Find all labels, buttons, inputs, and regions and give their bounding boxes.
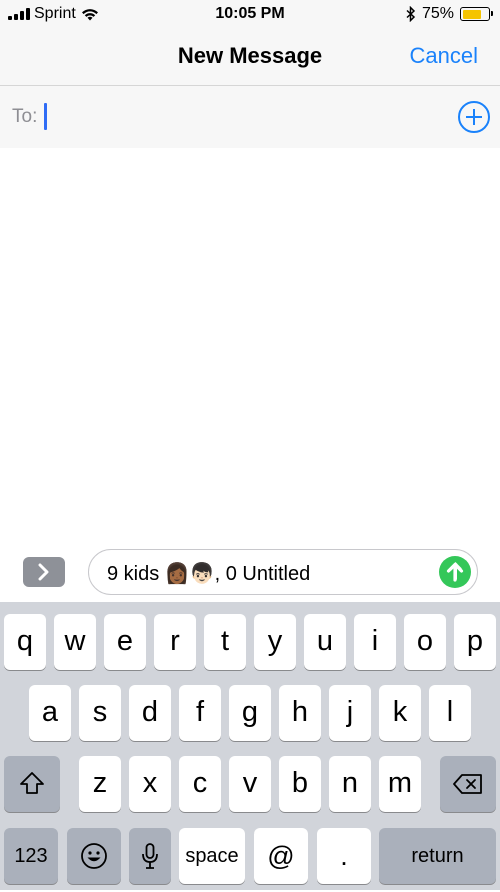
chevron-right-icon xyxy=(38,563,49,581)
text-cursor xyxy=(44,103,47,130)
battery-percent: 75% xyxy=(421,5,454,22)
expand-apps-button[interactable] xyxy=(23,557,65,587)
key-v[interactable]: v xyxy=(229,756,271,812)
status-right: 75% xyxy=(406,5,493,23)
key-b[interactable]: b xyxy=(279,756,321,812)
status-bar: Sprint 10:05 PM 75% xyxy=(0,0,500,30)
recipients-row[interactable]: To: xyxy=(0,86,500,148)
add-contact-button[interactable] xyxy=(458,101,490,133)
key-x[interactable]: x xyxy=(129,756,171,812)
at-key[interactable]: @ xyxy=(254,828,308,884)
dictation-key[interactable] xyxy=(129,828,171,884)
key-t[interactable]: t xyxy=(204,614,246,670)
arrow-up-icon xyxy=(446,562,464,582)
battery-icon xyxy=(460,7,493,21)
to-label: To: xyxy=(12,106,38,127)
numbers-key[interactable]: 123 xyxy=(4,828,58,884)
microphone-icon xyxy=(142,843,158,869)
compose-bar: 9 kids 👩🏾👦🏻, 0 Untitled xyxy=(0,546,500,602)
key-l[interactable]: l xyxy=(429,685,471,741)
key-y[interactable]: y xyxy=(254,614,296,670)
cancel-button[interactable]: Cancel xyxy=(410,43,478,69)
nav-bar: New Message Cancel xyxy=(0,30,500,86)
key-h[interactable]: h xyxy=(279,685,321,741)
key-s[interactable]: s xyxy=(79,685,121,741)
key-i[interactable]: i xyxy=(354,614,396,670)
key-f[interactable]: f xyxy=(179,685,221,741)
key-q[interactable]: q xyxy=(4,614,46,670)
key-g[interactable]: g xyxy=(229,685,271,741)
key-o[interactable]: o xyxy=(404,614,446,670)
key-r[interactable]: r xyxy=(154,614,196,670)
delete-key[interactable] xyxy=(440,756,496,812)
return-key[interactable]: return xyxy=(379,828,496,884)
battery-level-fill xyxy=(462,9,482,19)
backspace-icon xyxy=(453,774,482,794)
key-a[interactable]: a xyxy=(29,685,71,741)
shift-arrow-icon xyxy=(20,772,44,794)
keyboard: q w e r t y u i o p a s d f g h j k l z … xyxy=(0,602,500,890)
key-n[interactable]: n xyxy=(329,756,371,812)
key-m[interactable]: m xyxy=(379,756,421,812)
shift-key[interactable] xyxy=(4,756,60,812)
period-key[interactable]: . xyxy=(317,828,371,884)
message-input[interactable]: 9 kids 👩🏾👦🏻, 0 Untitled xyxy=(88,549,478,595)
emoji-key[interactable] xyxy=(67,828,121,884)
send-button[interactable] xyxy=(439,556,471,588)
key-c[interactable]: c xyxy=(179,756,221,812)
smiley-icon xyxy=(81,843,107,869)
key-j[interactable]: j xyxy=(329,685,371,741)
space-key[interactable]: space xyxy=(179,828,245,884)
message-text: 9 kids 👩🏾👦🏻, 0 Untitled xyxy=(107,563,311,585)
key-w[interactable]: w xyxy=(54,614,96,670)
key-d[interactable]: d xyxy=(129,685,171,741)
key-p[interactable]: p xyxy=(454,614,496,670)
key-e[interactable]: e xyxy=(104,614,146,670)
bluetooth-icon xyxy=(406,6,416,22)
key-z[interactable]: z xyxy=(79,756,121,812)
key-u[interactable]: u xyxy=(304,614,346,670)
key-k[interactable]: k xyxy=(379,685,421,741)
